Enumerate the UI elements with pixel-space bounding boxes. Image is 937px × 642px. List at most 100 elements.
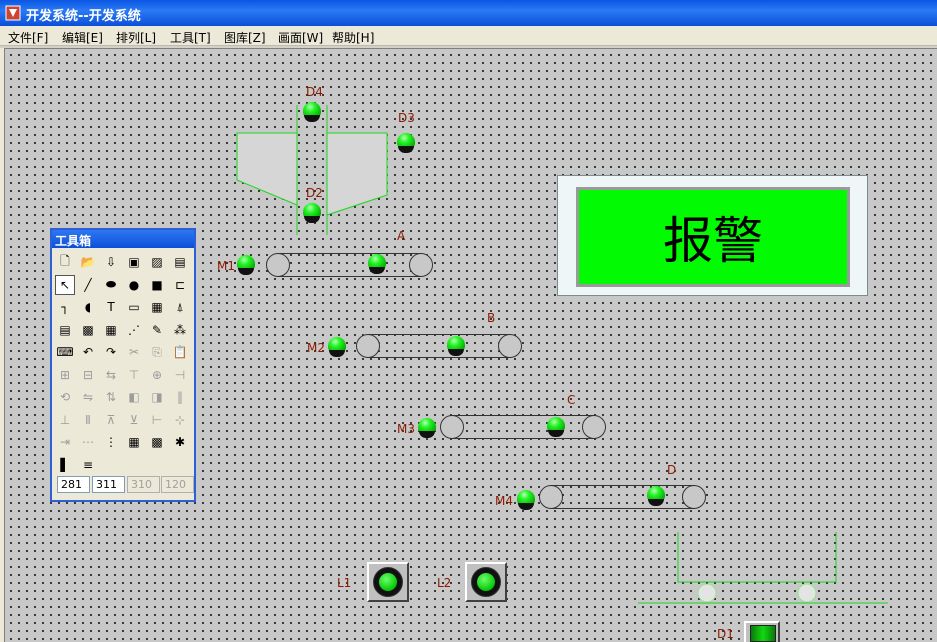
button-l2[interactable] — [465, 562, 507, 602]
lamp-d[interactable] — [646, 486, 666, 506]
ungroup-icon[interactable]: ⊟ — [78, 365, 98, 385]
report-icon[interactable]: ▦ — [147, 297, 167, 317]
coord-height-field: 120 — [161, 476, 194, 493]
align-left-icon[interactable]: ⊢ — [147, 410, 167, 430]
grid-icon[interactable]: ▦ — [101, 320, 121, 340]
label-d: D — [667, 463, 677, 477]
cut-icon[interactable]: ✂ — [124, 342, 144, 362]
pattern-icon[interactable]: ✱ — [170, 432, 190, 452]
align-center-icon[interactable]: ⊕ — [147, 365, 167, 385]
toolbox-window[interactable]: 工具箱 🗋 📂 ⇩ ▣ ▨ ▤ ↖ ╱ ⬬ ● ■ ⊏ ┐ ◖ T ▭ ▦ ⍋ ▤ ▩ ▦ ⋰ ✎ ⁂ ⌨ ↶ ↷ ✂ ⎘ 📋 ⊞ ⊟ ⇆ ⊤ ⊕ ⊣… — [50, 228, 196, 502]
screen-icon[interactable]: ▤ — [170, 252, 190, 272]
paste-icon[interactable]: 📋 — [170, 342, 190, 362]
new-file-icon[interactable]: 🗋 — [55, 252, 75, 272]
coord-width-field: 310 — [127, 476, 160, 493]
align-right-icon[interactable]: ⊣ — [170, 365, 190, 385]
coord-x-field[interactable]: 281 — [57, 476, 90, 493]
menu-screen[interactable]: 画面[W] — [278, 29, 323, 46]
indicator-d1[interactable] — [744, 621, 780, 642]
distribute-v-icon[interactable]: Ⅱ — [78, 410, 98, 430]
lamp-a[interactable] — [367, 254, 387, 274]
menu-bar: 文件[F] 编辑[E] 排列[L] 工具[T] 图库[Z] 画面[W] 帮助[H… — [0, 26, 937, 46]
toolbox-title[interactable]: 工具箱 — [52, 230, 194, 248]
picture-icon[interactable]: ▨ — [147, 252, 167, 272]
coord-row: 281 311 310 120 — [55, 476, 194, 494]
grid-dots-icon[interactable]: ▦ — [124, 432, 144, 452]
button-l1[interactable] — [367, 562, 409, 602]
same-height-icon[interactable]: ⊻ — [124, 410, 144, 430]
import-icon[interactable]: ⇩ — [101, 252, 121, 272]
line-icon[interactable]: ╱ — [78, 275, 98, 295]
arc-icon[interactable]: ◖ — [78, 297, 98, 317]
gauge-icon[interactable]: ⍋ — [170, 297, 190, 317]
conveyor-c[interactable] — [440, 415, 606, 439]
menu-arrange[interactable]: 排列[L] — [116, 29, 156, 46]
menu-tools[interactable]: 工具[T] — [170, 29, 211, 46]
lamp-d3[interactable] — [396, 133, 416, 153]
title-bar: 开发系统--开发系统 — [0, 0, 937, 26]
distribute-h-icon[interactable]: ⊥ — [55, 410, 75, 430]
save-icon[interactable]: ▣ — [124, 252, 144, 272]
mirror-icon[interactable]: ⇅ — [101, 387, 121, 407]
open-folder-icon[interactable]: 📂 — [78, 252, 98, 272]
align-top-icon[interactable]: ⊤ — [124, 365, 144, 385]
center-icon[interactable]: ⊹ — [170, 410, 190, 430]
menu-file[interactable]: 文件[F] — [8, 29, 48, 46]
line-width-icon[interactable]: ≡ — [78, 455, 98, 475]
tool-grid: 🗋 📂 ⇩ ▣ ▨ ▤ ↖ ╱ ⬬ ● ■ ⊏ ┐ ◖ T ▭ ▦ ⍋ ▤ ▩ ▦ ⋰ ✎ ⁂ ⌨ ↶ ↷ ✂ ⎘ 📋 ⊞ ⊟ ⇆ ⊤ ⊕ ⊣ ⟲ ⇋ ⇅ ◧… — [55, 252, 193, 477]
circle-icon[interactable]: ● — [124, 275, 144, 295]
label-m3: M3 — [397, 422, 415, 436]
chart-icon[interactable]: ⋰ — [124, 320, 144, 340]
lamp-m4[interactable] — [516, 490, 536, 510]
space-icon[interactable]: ⇥ — [55, 432, 75, 452]
window-title: 开发系统--开发系统 — [26, 9, 141, 24]
label-d1: D1 — [717, 627, 734, 641]
palette-icon[interactable]: ▩ — [147, 432, 167, 452]
label-d2: D2 — [306, 186, 323, 200]
keyboard-icon[interactable]: ⌨ — [55, 342, 75, 362]
front-icon[interactable]: ◧ — [124, 387, 144, 407]
cart-drawing[interactable] — [636, 530, 896, 610]
coord-y-field[interactable]: 311 — [92, 476, 125, 493]
lamp-b[interactable] — [446, 336, 466, 356]
dots-h-icon[interactable]: ⋯ — [78, 432, 98, 452]
lamp-m3[interactable] — [417, 418, 437, 438]
conveyor-a[interactable] — [266, 253, 433, 277]
bars-icon[interactable]: ‖ — [170, 387, 190, 407]
polyline-icon[interactable]: ⊏ — [170, 275, 190, 295]
lamp-d2[interactable] — [302, 203, 322, 223]
label-b: B — [487, 311, 496, 325]
image-icon[interactable]: ▩ — [78, 320, 98, 340]
lamp-m1[interactable] — [236, 255, 256, 275]
menu-help[interactable]: 帮助[H] — [332, 29, 374, 46]
menu-edit[interactable]: 编辑[E] — [62, 29, 103, 46]
pipe-icon[interactable]: ┐ — [55, 297, 75, 317]
app-icon[interactable] — [5, 5, 21, 21]
conveyor-b[interactable] — [356, 334, 522, 358]
rounded-rect-icon[interactable]: ▭ — [124, 297, 144, 317]
ellipse-filled-icon[interactable]: ⬬ — [101, 275, 121, 295]
lamp-c[interactable] — [546, 417, 566, 437]
align-icon[interactable]: ⇆ — [101, 365, 121, 385]
menu-gallery[interactable]: 图库[Z] — [224, 29, 266, 46]
redo-icon[interactable]: ↷ — [101, 342, 121, 362]
fill-icon[interactable]: ▌ — [55, 455, 75, 475]
document-icon[interactable]: ▤ — [55, 320, 75, 340]
edit-icon[interactable]: ✎ — [147, 320, 167, 340]
pointer-icon[interactable]: ↖ — [55, 274, 75, 295]
flip-icon[interactable]: ⇋ — [78, 387, 98, 407]
dots-v-icon[interactable]: ⋮ — [101, 432, 121, 452]
conveyor-d[interactable] — [539, 485, 706, 509]
copy-icon[interactable]: ⎘ — [147, 342, 167, 362]
group-icon[interactable]: ⊞ — [55, 365, 75, 385]
lamp-m2[interactable] — [327, 337, 347, 357]
scatter-icon[interactable]: ⁂ — [170, 320, 190, 340]
lamp-d4[interactable] — [302, 102, 322, 122]
rotate-icon[interactable]: ⟲ — [55, 387, 75, 407]
alarm-panel[interactable]: 报警 — [557, 175, 868, 296]
text-icon[interactable]: T — [101, 297, 121, 317]
same-width-icon[interactable]: ⊼ — [101, 410, 121, 430]
back-icon[interactable]: ◨ — [147, 387, 167, 407]
undo-icon[interactable]: ↶ — [78, 342, 98, 362]
rectangle-icon[interactable]: ■ — [147, 275, 167, 295]
